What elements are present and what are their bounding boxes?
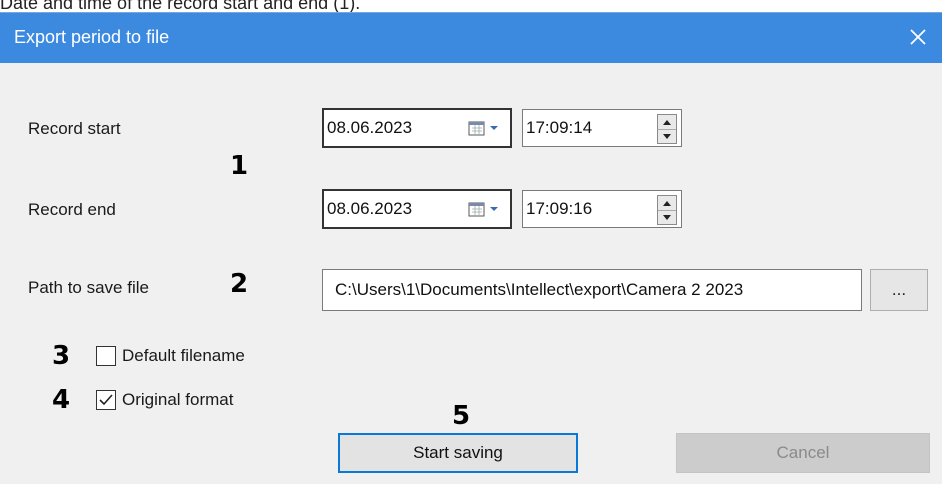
spin-up-icon	[663, 119, 671, 125]
close-icon	[910, 29, 926, 45]
cancel-button[interactable]: Cancel	[676, 433, 930, 473]
record-start-time-value: 17:09:14	[526, 118, 593, 137]
record-start-date-value: 08.06.2023	[327, 118, 413, 137]
record-start-time-field[interactable]: 17:09:14	[522, 109, 682, 147]
export-dialog: Export period to file Record start 08.06…	[0, 12, 942, 484]
original-format-checkbox[interactable]	[96, 390, 116, 410]
chevron-down-icon	[490, 207, 498, 211]
checkmark-icon	[99, 394, 113, 406]
record-end-time-field[interactable]: 17:09:16	[522, 190, 682, 228]
time-spinner[interactable]	[657, 114, 677, 144]
record-end-label: Record end	[28, 200, 116, 219]
spin-up-button[interactable]	[658, 115, 676, 130]
spin-up-icon	[663, 200, 671, 206]
default-filename-label: Default filename	[122, 346, 245, 365]
start-saving-button[interactable]: Start saving	[338, 433, 578, 473]
original-format-label: Original format	[122, 390, 234, 409]
spin-up-button[interactable]	[658, 196, 676, 211]
marker-4: 4	[52, 385, 71, 415]
calendar-icon	[468, 121, 485, 136]
marker-2: 2	[230, 269, 249, 299]
record-end-time-value: 17:09:16	[526, 199, 593, 218]
spin-down-icon	[663, 133, 671, 139]
record-end-date-value: 08.06.2023	[327, 199, 413, 218]
calendar-icon	[468, 202, 485, 217]
window-title: Export period to file	[14, 27, 170, 47]
record-start-date-picker[interactable]: 08.06.2023	[322, 108, 512, 148]
marker-3: 3	[52, 341, 71, 371]
browse-button[interactable]: ...	[870, 269, 928, 311]
marker-5: 5	[452, 401, 471, 431]
calendar-dropdown-button[interactable]	[468, 119, 504, 137]
path-label: Path to save file	[28, 278, 149, 297]
record-end-date-picker[interactable]: 08.06.2023	[322, 189, 512, 229]
spin-down-button[interactable]	[658, 129, 676, 143]
spin-down-button[interactable]	[658, 210, 676, 224]
spin-down-icon	[663, 214, 671, 220]
calendar-dropdown-button[interactable]	[468, 200, 504, 218]
path-input[interactable]: C:\Users\1\Documents\Intellect\export\Ca…	[322, 269, 862, 311]
default-filename-checkbox[interactable]	[96, 346, 116, 366]
marker-1: 1	[230, 151, 249, 181]
close-button[interactable]	[894, 13, 942, 61]
chevron-down-icon	[490, 126, 498, 130]
time-spinner[interactable]	[657, 195, 677, 225]
title-bar: Export period to file	[0, 13, 942, 63]
record-start-label: Record start	[28, 119, 121, 138]
path-value: C:\Users\1\Documents\Intellect\export\Ca…	[335, 280, 744, 299]
